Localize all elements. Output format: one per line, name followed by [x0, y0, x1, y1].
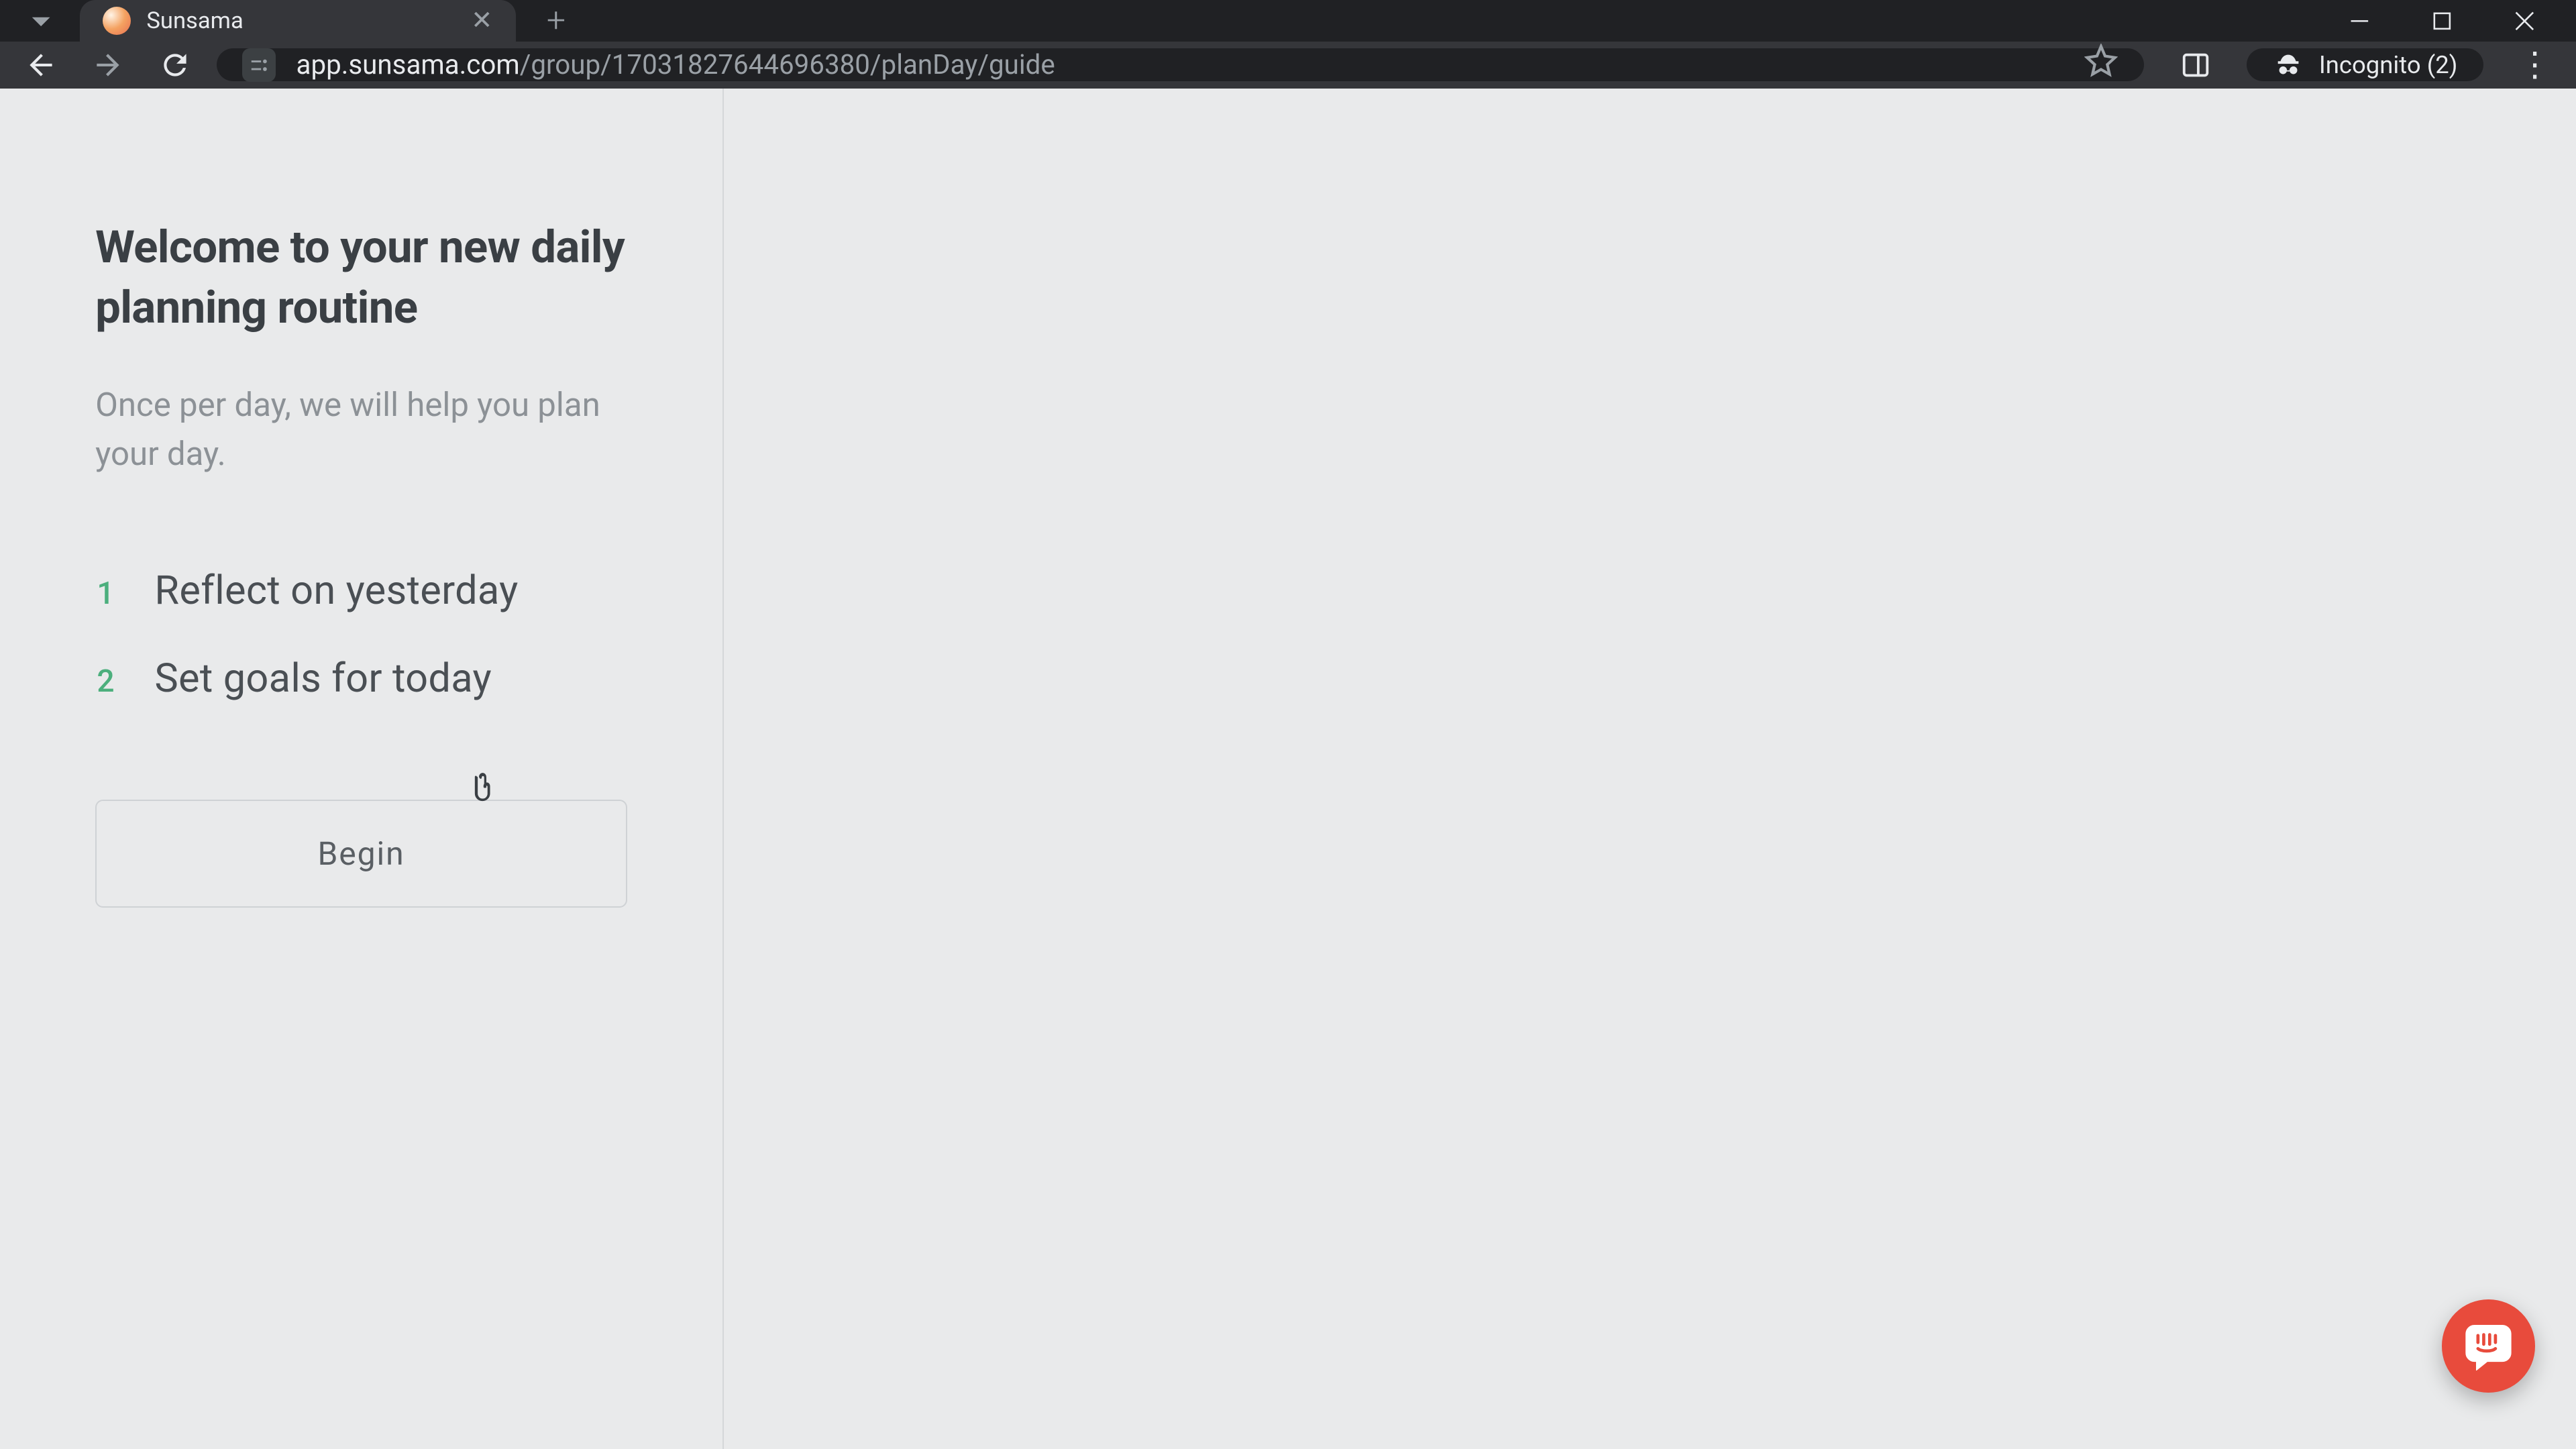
- page-title: Welcome to your new daily planning routi…: [95, 217, 627, 339]
- guide-sidebar: Welcome to your new daily planning routi…: [0, 89, 724, 1449]
- step-number: 2: [95, 663, 116, 700]
- window-controls: [2318, 0, 2576, 42]
- step-label: Reflect on yesterday: [154, 567, 518, 614]
- intercom-chat-button[interactable]: [2442, 1299, 2534, 1392]
- minimize-button[interactable]: [2318, 0, 2401, 42]
- incognito-label: Incognito (2): [2319, 50, 2458, 79]
- new-tab-button[interactable]: +: [547, 0, 566, 42]
- page-content: Welcome to your new daily planning routi…: [0, 89, 2576, 1449]
- begin-button[interactable]: Begin: [95, 800, 627, 908]
- reload-button[interactable]: [150, 39, 201, 91]
- steps-list: 1 Reflect on yesterday 2 Set goals for t…: [95, 567, 627, 702]
- main-area: [724, 89, 2576, 1449]
- page-subtitle: Once per day, we will help you plan your…: [95, 380, 627, 479]
- step-label: Set goals for today: [154, 655, 492, 702]
- address-bar[interactable]: app.sunsama.com/group/17031827644696380/…: [217, 48, 2144, 81]
- step-number: 1: [95, 576, 116, 612]
- browser-chrome: Sunsama ✕ + app: [0, 0, 2576, 89]
- back-button[interactable]: [15, 39, 67, 91]
- list-item: 2 Set goals for today: [95, 655, 627, 702]
- url-text: app.sunsama.com/group/17031827644696380/…: [297, 49, 2064, 80]
- maximize-button[interactable]: [2401, 0, 2483, 42]
- forward-button[interactable]: [83, 39, 134, 91]
- browser-toolbar: app.sunsama.com/group/17031827644696380/…: [0, 42, 2576, 89]
- tab-strip: Sunsama ✕ +: [0, 0, 2576, 42]
- sunsama-favicon: [103, 7, 131, 35]
- incognito-indicator[interactable]: Incognito (2): [2247, 48, 2483, 81]
- side-panel-icon[interactable]: [2169, 39, 2221, 91]
- close-icon[interactable]: ✕: [471, 5, 492, 36]
- list-item: 1 Reflect on yesterday: [95, 567, 627, 614]
- bookmark-star-icon[interactable]: [2084, 44, 2118, 86]
- chat-icon: [2464, 1322, 2513, 1371]
- browser-tab[interactable]: Sunsama ✕: [80, 0, 516, 42]
- close-window-button[interactable]: [2483, 0, 2566, 42]
- tab-search-dropdown[interactable]: [10, 0, 72, 42]
- kebab-menu-icon[interactable]: ⋮: [2509, 39, 2561, 91]
- site-settings-icon[interactable]: [242, 48, 276, 82]
- tab-title: Sunsama: [146, 7, 455, 34]
